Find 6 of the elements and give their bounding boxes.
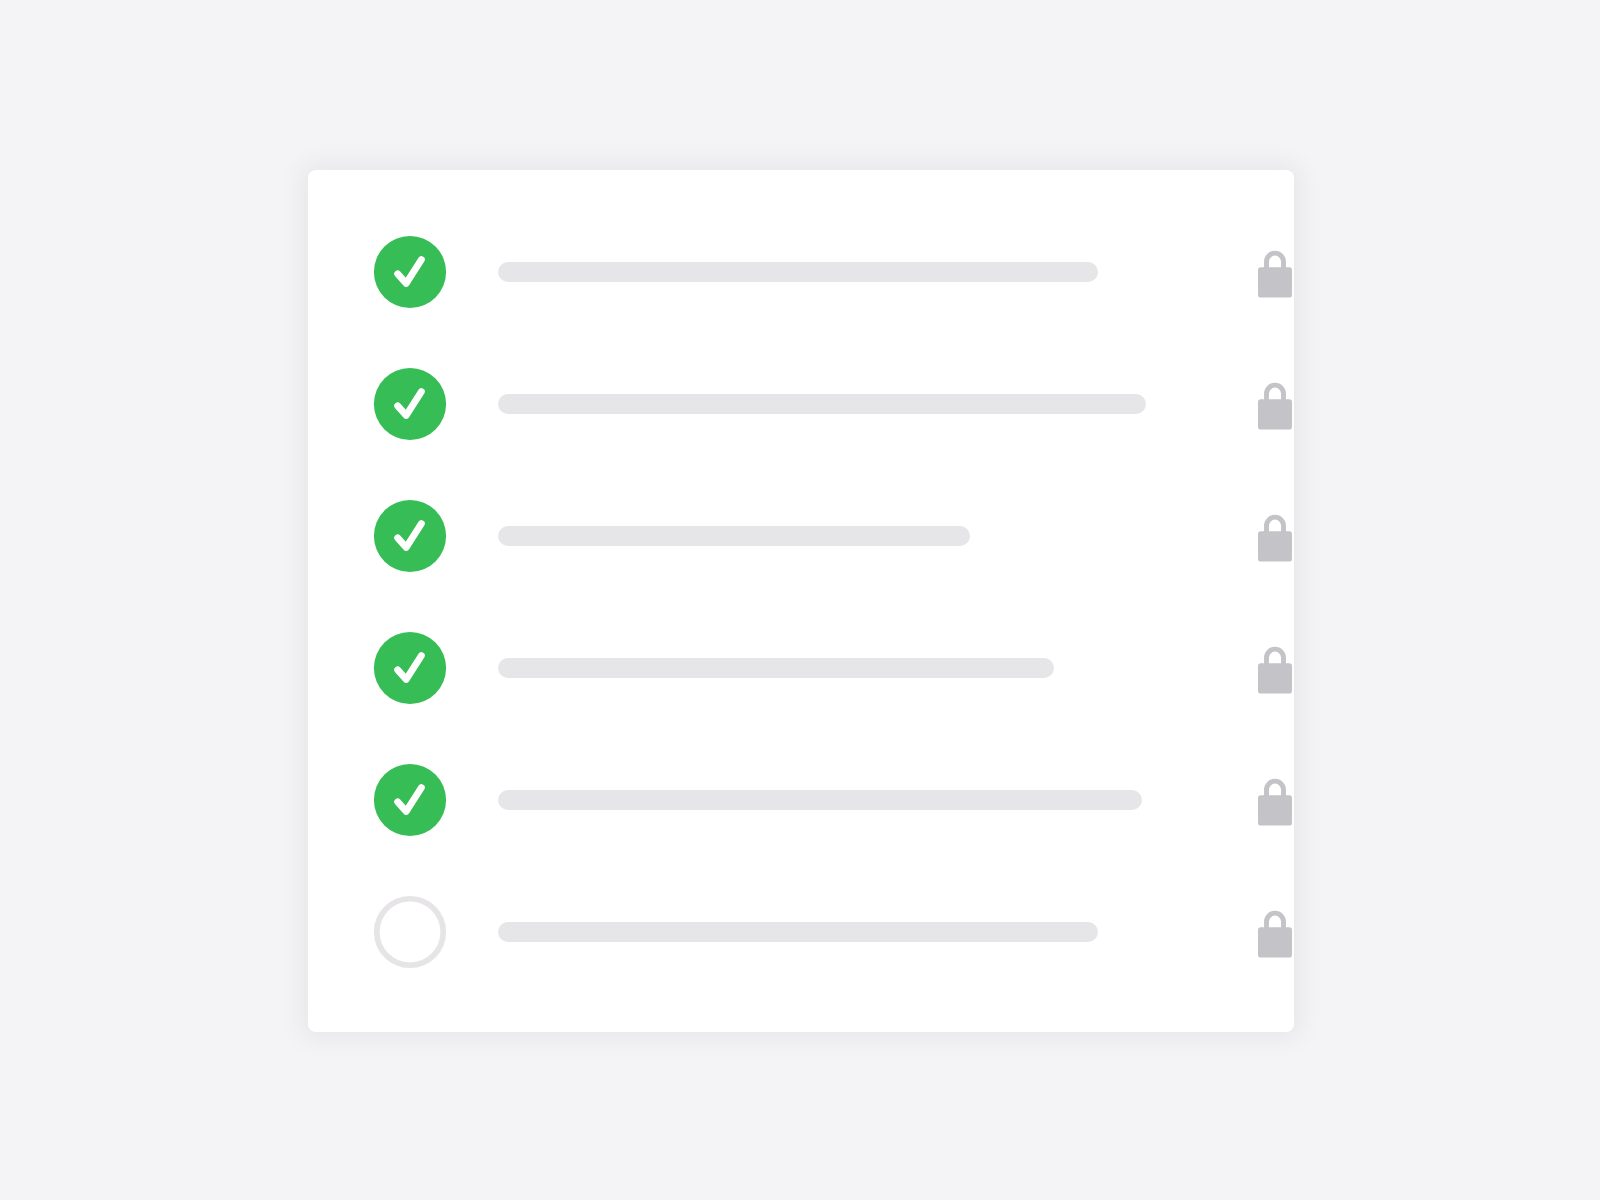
checked-circle-icon[interactable] [371, 234, 447, 310]
checked-circle-icon[interactable] [371, 498, 447, 574]
checked-circle-icon[interactable] [371, 762, 447, 838]
checked-circle-icon[interactable] [371, 630, 447, 706]
empty-circle-icon[interactable] [371, 894, 447, 970]
checked-circle-icon[interactable] [371, 366, 447, 442]
